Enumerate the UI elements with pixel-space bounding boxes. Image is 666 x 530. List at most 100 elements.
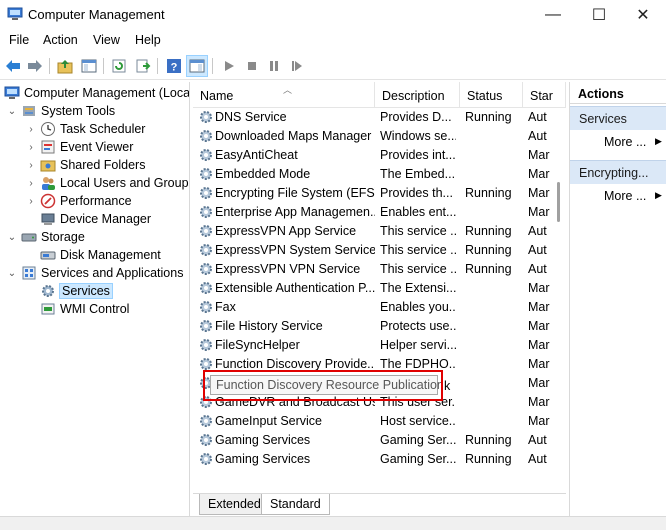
table-row[interactable]: Embedded Mode The Embed... Mar	[193, 165, 556, 184]
table-row[interactable]: DNS Service Provides D... Running Aut	[193, 108, 556, 127]
service-startup-type: Mar	[528, 300, 550, 314]
expand-chevron-icon[interactable]: ›	[25, 196, 37, 207]
tree-item-services[interactable]: Services	[25, 282, 113, 300]
show-hide-tree-button[interactable]	[79, 56, 99, 76]
column-header-name[interactable]: Name ︿	[193, 82, 375, 108]
table-row[interactable]: File History Service Protects use... Mar	[193, 317, 556, 336]
service-name: Enterprise App Managemen...	[215, 205, 375, 219]
service-description: The Extensi...	[380, 281, 456, 295]
tree-item-task-scheduler[interactable]: › Task Scheduler	[25, 120, 145, 138]
tab-label: Standard	[270, 497, 321, 511]
column-header-description[interactable]: Description	[375, 82, 460, 108]
collapse-chevron-icon[interactable]: ⌄	[6, 106, 18, 117]
service-name: Gaming Services	[215, 452, 311, 466]
tree-item-storage[interactable]: ⌄ Storage	[6, 228, 85, 246]
tree-item-services-and-applications[interactable]: ⌄ Services and Applications	[6, 264, 184, 282]
tree-item-event-viewer[interactable]: › Event Viewer	[25, 138, 133, 156]
tree-item-label: Services and Applications	[41, 266, 184, 280]
stop-service-button[interactable]	[242, 56, 262, 76]
table-row[interactable]: ExpressVPN System Service This service ..…	[193, 241, 556, 260]
tree-item-wmi-control[interactable]: WMI Control	[25, 300, 129, 318]
restart-service-button[interactable]	[287, 56, 307, 76]
table-row[interactable]: FileSyncHelper Helper servi... Mar	[193, 336, 556, 355]
minimize-icon: —	[545, 6, 561, 23]
pause-icon	[270, 61, 278, 71]
help-button[interactable]: ?	[164, 56, 184, 76]
tab-standard[interactable]: Standard	[261, 494, 330, 515]
console-tree: Computer Management (Local ⌄ System Tool…	[0, 82, 190, 516]
menu-view[interactable]: View	[93, 33, 120, 47]
refresh-button[interactable]	[109, 56, 129, 76]
device-manager-icon	[41, 213, 55, 225]
menu-help[interactable]: Help	[135, 33, 161, 47]
shared-folder-icon	[40, 160, 56, 172]
tree-item-local-users-and-groups[interactable]: › Local Users and Groups	[25, 174, 189, 192]
service-description: Enables ent...	[380, 205, 456, 219]
expand-chevron-icon[interactable]: ›	[25, 178, 37, 189]
tree-item-label: Services	[59, 283, 113, 299]
tree-item-device-manager[interactable]: Device Manager	[25, 210, 151, 228]
action-more-selected-service[interactable]: More ... ▶	[570, 186, 666, 206]
collapse-chevron-icon[interactable]: ⌄	[6, 268, 18, 279]
column-header-status[interactable]: Status	[460, 82, 523, 108]
service-status: Running	[465, 452, 512, 466]
service-description: This service ...	[380, 224, 456, 238]
actions-section-selected-service[interactable]: Encrypting...	[570, 160, 666, 184]
collapse-chevron-icon[interactable]: ⌄	[6, 232, 18, 243]
back-button[interactable]	[3, 56, 23, 76]
service-name: Function Discovery Provide...	[215, 357, 375, 371]
maximize-icon: ☐	[591, 7, 607, 24]
table-row[interactable]: Downloaded Maps Manager Windows se... Aut	[193, 127, 556, 146]
tree-item-disk-management[interactable]: Disk Management	[25, 246, 161, 264]
service-description: Provides th...	[380, 186, 453, 200]
menu-file[interactable]: File	[9, 33, 29, 47]
expand-chevron-icon[interactable]: ›	[25, 160, 37, 171]
restart-icon	[292, 61, 302, 71]
table-row[interactable]: GameInput Service Host service... Mar	[193, 412, 556, 431]
table-row[interactable]: EasyAntiCheat Provides int... Mar	[193, 146, 556, 165]
service-startup-type: Mar	[528, 167, 550, 181]
close-button[interactable]: ✕	[620, 0, 666, 30]
table-row[interactable]: Fax Enables you... Mar	[193, 298, 556, 317]
export-list-button[interactable]	[133, 56, 153, 76]
status-bar	[0, 516, 666, 530]
expand-chevron-icon[interactable]: ›	[25, 124, 37, 135]
table-row[interactable]: Gaming Services Gaming Ser... Running Aut	[193, 450, 556, 469]
forward-button[interactable]	[25, 56, 45, 76]
column-header-startup-type[interactable]: Star	[523, 82, 566, 108]
up-level-button[interactable]	[55, 56, 75, 76]
tab-extended[interactable]: Extended	[199, 494, 270, 515]
service-description: Enables you...	[380, 300, 456, 314]
table-row[interactable]: Gaming Services Gaming Ser... Running Aut	[193, 431, 556, 450]
tree-item-system-tools[interactable]: ⌄ System Tools	[6, 102, 115, 120]
service-gear-icon	[200, 415, 212, 427]
menu-action[interactable]: Action	[43, 33, 78, 47]
help-icon: ?	[167, 59, 181, 74]
service-description: This service ...	[380, 262, 456, 276]
service-gear-icon	[200, 434, 212, 446]
maximize-button[interactable]: ☐	[576, 0, 622, 30]
table-row[interactable]: ExpressVPN App Service This service ... Ru…	[193, 222, 556, 241]
table-row[interactable]: Encrypting File System (EFS) Provides th.…	[193, 184, 556, 203]
action-more-services[interactable]: More ... ▶	[570, 132, 666, 152]
table-row[interactable]: ExpressVPN VPN Service This service ... Ru…	[193, 260, 556, 279]
pause-service-button[interactable]	[264, 56, 284, 76]
system-tools-icon	[23, 106, 35, 116]
show-hide-action-pane-button[interactable]	[186, 55, 208, 77]
vertical-scrollbar[interactable]	[554, 108, 566, 492]
tree-item-label: Event Viewer	[60, 140, 134, 154]
actions-section-services[interactable]: Services	[570, 106, 666, 130]
start-service-button[interactable]	[219, 56, 239, 76]
table-row[interactable]: Extensible Authentication P... The Extens…	[193, 279, 556, 298]
scrollbar-thumb[interactable]	[557, 182, 560, 222]
tree-item-shared-folders[interactable]: › Shared Folders	[25, 156, 145, 174]
expand-chevron-icon[interactable]: ›	[25, 142, 37, 153]
table-row[interactable]: Enterprise App Managemen... Enables ent..…	[193, 203, 556, 222]
tree-item-performance[interactable]: › Performance	[25, 192, 132, 210]
service-status: Running	[465, 110, 512, 124]
action-label: More ...	[604, 135, 647, 149]
service-description: Gaming Ser...	[380, 452, 456, 466]
service-gear-icon	[200, 263, 212, 275]
tree-root[interactable]: Computer Management (Local	[4, 84, 189, 102]
minimize-button[interactable]: —	[530, 0, 576, 30]
